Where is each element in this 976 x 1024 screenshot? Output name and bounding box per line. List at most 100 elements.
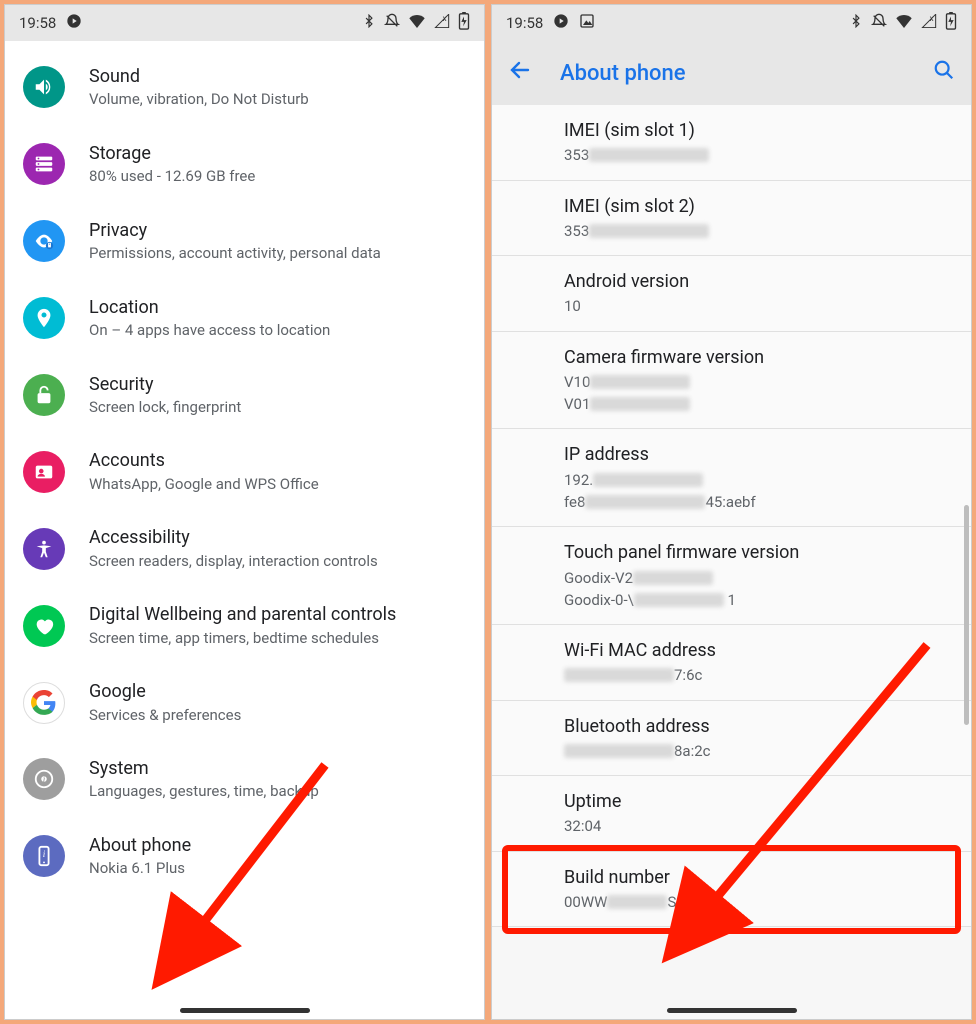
about-item-value: 32:04 <box>564 816 953 836</box>
about-item-value: V10 <box>564 372 953 392</box>
status-bar: 19:58 x <box>5 5 484 41</box>
about-item-imei-sim-slot-2[interactable]: IMEI (sim slot 2)353 <box>492 181 971 257</box>
settings-item-sub: Permissions, account activity, personal … <box>89 244 466 264</box>
about-item-title: Android version <box>564 270 953 294</box>
about-item-title: Touch panel firmware version <box>564 541 953 565</box>
bluetooth-icon <box>849 14 863 32</box>
google-icon <box>23 682 65 724</box>
about-item-uptime[interactable]: Uptime32:04 <box>492 776 971 852</box>
about-icon: i <box>23 835 65 877</box>
scrollbar-thumb[interactable] <box>964 505 969 725</box>
settings-item-title: Google <box>89 680 466 703</box>
settings-item-title: Sound <box>89 65 466 88</box>
about-item-android-version[interactable]: Android version10 <box>492 256 971 332</box>
status-right: x <box>849 12 957 34</box>
about-item-touch-panel-firmware-version[interactable]: Touch panel firmware version Goodix-V2Goo… <box>492 527 971 625</box>
settings-item-title: System <box>89 757 466 780</box>
about-item-camera-firmware-version[interactable]: Camera firmware versionV10V01 <box>492 332 971 430</box>
settings-item-storage[interactable]: Storage80% used - 12.69 GB free <box>5 126 484 203</box>
settings-item-title: Security <box>89 373 466 396</box>
settings-item-system[interactable]: iSystemLanguages, gestures, time, backup <box>5 741 484 818</box>
status-right: x <box>362 12 470 34</box>
status-time: 19:58 <box>506 14 543 32</box>
signal-off-icon: x <box>921 14 937 32</box>
about-item-value: 00WWSP09 <box>564 892 953 912</box>
settings-item-sub: Screen readers, display, interaction con… <box>89 552 466 572</box>
about-item-wi-fi-mac-address[interactable]: Wi-Fi MAC address7:6c <box>492 625 971 701</box>
about-item-title: Camera firmware version <box>564 346 953 370</box>
svg-text:x: x <box>443 14 447 23</box>
about-item-title: IMEI (sim slot 1) <box>564 119 953 143</box>
back-button[interactable] <box>508 58 532 88</box>
settings-item-security[interactable]: SecurityScreen lock, fingerprint <box>5 357 484 434</box>
about-item-title: Build number <box>564 866 953 890</box>
image-icon <box>579 13 595 33</box>
svg-text:x: x <box>930 14 934 23</box>
signal-off-icon: x <box>434 14 450 32</box>
bluetooth-icon <box>362 14 376 32</box>
settings-item-sub: Screen lock, fingerprint <box>89 398 466 418</box>
about-item-value-2: V01 <box>564 394 953 414</box>
settings-item-sub: On – 4 apps have access to location <box>89 321 466 341</box>
about-item-ip-address[interactable]: IP address192.fe845:aebf <box>492 429 971 527</box>
play-icon <box>553 13 569 33</box>
settings-item-about[interactable]: i About phoneNokia 6.1 Plus <box>5 818 484 895</box>
settings-item-accessibility[interactable]: AccessibilityScreen readers, display, in… <box>5 510 484 587</box>
wellbeing-icon <box>23 605 65 647</box>
nav-handle[interactable] <box>180 1008 310 1013</box>
accessibility-icon <box>23 528 65 570</box>
settings-item-title: Accounts <box>89 449 466 472</box>
settings-item-sub: Nokia 6.1 Plus <box>89 859 466 879</box>
about-item-value: 353 <box>564 221 953 241</box>
dnd-off-icon <box>384 13 400 33</box>
screenshot-settings-main: 19:58 x SoundVolume, vibration, Do Not D… <box>4 4 485 1020</box>
settings-item-wellbeing[interactable]: Digital Wellbeing and parental controlsS… <box>5 587 484 664</box>
about-item-imei-sim-slot-1[interactable]: IMEI (sim slot 1)353 <box>492 105 971 181</box>
settings-item-privacy[interactable]: PrivacyPermissions, account activity, pe… <box>5 203 484 280</box>
battery-icon <box>458 12 470 34</box>
settings-item-location[interactable]: LocationOn – 4 apps have access to locat… <box>5 280 484 357</box>
about-item-title: IP address <box>564 443 953 467</box>
storage-icon <box>23 143 65 185</box>
settings-item-sub: Screen time, app timers, bedtime schedul… <box>89 629 466 649</box>
location-icon <box>23 297 65 339</box>
about-item-title: Bluetooth address <box>564 715 953 739</box>
about-item-value: 192. <box>564 470 953 490</box>
settings-item-sub: Volume, vibration, Do Not Disturb <box>89 90 466 110</box>
status-left: 19:58 <box>506 13 595 33</box>
battery-icon <box>945 12 957 34</box>
play-icon <box>66 13 82 33</box>
wifi-icon <box>408 14 426 32</box>
settings-item-title: Location <box>89 296 466 319</box>
wifi-icon <box>895 14 913 32</box>
svg-text:i: i <box>43 849 46 859</box>
privacy-icon <box>23 220 65 262</box>
sound-icon <box>23 66 65 108</box>
about-item-build-number[interactable]: Build number00WWSP09 <box>492 852 971 928</box>
about-item-title: IMEI (sim slot 2) <box>564 195 953 219</box>
about-item-value-2: Goodix-0-\ 1 <box>564 590 953 610</box>
search-button[interactable] <box>933 59 955 87</box>
settings-list[interactable]: SoundVolume, vibration, Do Not DisturbSt… <box>5 41 484 1019</box>
about-item-title: Wi-Fi MAC address <box>564 639 953 663</box>
settings-item-title: Storage <box>89 142 466 165</box>
about-item-value: 353 <box>564 145 953 165</box>
about-item-value: 7:6c <box>564 665 953 685</box>
settings-item-accounts[interactable]: Accounts WhatsApp, Google and WPS Office <box>5 433 484 510</box>
accounts-icon <box>23 451 65 493</box>
status-bar: 19:58 x <box>492 5 971 41</box>
status-time: 19:58 <box>19 14 56 32</box>
nav-handle[interactable] <box>667 1008 797 1013</box>
settings-item-google[interactable]: GoogleServices & preferences <box>5 664 484 741</box>
settings-item-title: About phone <box>89 834 466 857</box>
settings-item-sub: WhatsApp, Google and WPS Office <box>89 475 466 495</box>
settings-item-sound[interactable]: SoundVolume, vibration, Do Not Disturb <box>5 49 484 126</box>
about-item-value: 10 <box>564 296 953 316</box>
about-list[interactable]: IMEI (sim slot 1)353IMEI (sim slot 2)353… <box>492 105 971 1019</box>
about-item-value: Goodix-V2 <box>564 568 953 588</box>
about-item-value: 8a:2c <box>564 741 953 761</box>
settings-item-title: Privacy <box>89 219 466 242</box>
svg-text:i: i <box>42 774 45 786</box>
about-item-bluetooth-address[interactable]: Bluetooth address8a:2c <box>492 701 971 777</box>
screenshot-about-phone: 19:58 x <box>491 4 972 1020</box>
